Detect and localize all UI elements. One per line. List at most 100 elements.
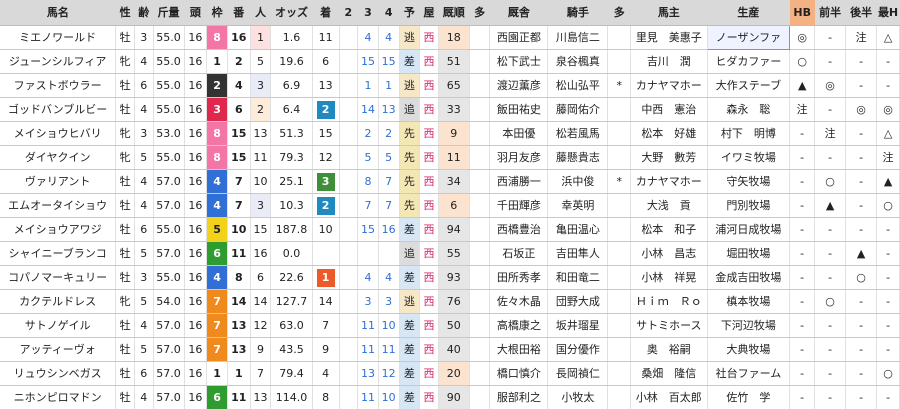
column-header[interactable]: 多 bbox=[607, 0, 631, 26]
popularity-cell: 13 bbox=[250, 385, 272, 409]
column-header[interactable]: 厩順 bbox=[438, 0, 470, 26]
horse-name-cell[interactable]: ミエノワールド bbox=[0, 25, 117, 50]
horse-name-cell[interactable]: ジューンシルフィア bbox=[0, 49, 117, 74]
odds-cell: 22.6 bbox=[270, 265, 313, 290]
breeder-cell: 守矢牧場 bbox=[707, 169, 791, 194]
owner-cell: 小林 昌志 bbox=[630, 241, 708, 266]
table-row[interactable]: ヴァリアント牡 4 57.0 16 4 7 10 25.1 3 8 7 先西 34 西浦勝一 浜中俊 * カナヤ… bbox=[0, 169, 900, 194]
column-header[interactable]: 着 bbox=[312, 0, 340, 26]
multi-cell bbox=[469, 289, 491, 314]
pos-3-cell: 15 bbox=[357, 49, 379, 74]
style-cell: 先 bbox=[399, 145, 421, 170]
column-header[interactable]: 枠 bbox=[206, 0, 228, 26]
horse-name-cell[interactable]: ヴァリアント bbox=[0, 169, 117, 194]
table-row[interactable]: メイショウアワジ牡 6 55.0 16 5 10 15 187.8 10 15 16 差西 94 西橋豊治… bbox=[0, 217, 900, 242]
column-header[interactable]: 2 bbox=[339, 0, 358, 26]
horse-name-cell[interactable]: ニホンピロマドン bbox=[0, 385, 117, 409]
region-cell: 西 bbox=[419, 193, 439, 218]
stable-cell: 石坂正 bbox=[489, 241, 549, 266]
second-half-mark-cell: - bbox=[845, 49, 878, 74]
column-header[interactable]: 最H bbox=[876, 0, 900, 26]
table-row[interactable]: カクテルドレス牝 5 54.0 16 7 14 14 127.7 14 3 3 逃西 76 佐々木晶 団野大… bbox=[0, 289, 900, 314]
table-row[interactable]: アッティーヴォ牡 5 57.0 16 7 13 9 43.5 9 11 11 差西 40 大根田裕 国分優作… bbox=[0, 337, 900, 362]
region-cell: 西 bbox=[419, 241, 439, 266]
table-row[interactable]: シャイニーブランコ牡 5 57.0 16 6 11 16 0.0 追西 55 石坂正 吉田隼人 小林 昌… bbox=[0, 241, 900, 266]
waku-cell: 6 bbox=[206, 385, 228, 409]
race-table: 馬名性齢斤量頭枠番人オッズ着 2 3 4 予屋厩順多厩舎 騎手多馬主 生産 HB 前半 後半 最H … bbox=[0, 0, 900, 409]
column-header[interactable]: 前半 bbox=[814, 0, 846, 26]
column-header[interactable]: 多 bbox=[469, 0, 490, 26]
max-h-mark-cell: ▲ bbox=[876, 169, 900, 194]
sex-cell: 牡 bbox=[115, 97, 135, 122]
weight-cell: 57.0 bbox=[153, 313, 185, 338]
horse-name-cell[interactable]: リュウシンベガス bbox=[0, 361, 117, 386]
horse-name-cell[interactable]: コパノマーキュリー bbox=[0, 265, 117, 290]
max-h-mark-cell: - bbox=[876, 265, 900, 290]
column-header[interactable]: 4 bbox=[378, 0, 400, 26]
column-header[interactable]: 屋 bbox=[419, 0, 439, 26]
column-header[interactable]: 頭 bbox=[184, 0, 207, 26]
field-size-cell: 16 bbox=[184, 361, 208, 386]
column-header[interactable]: 人 bbox=[250, 0, 271, 26]
table-row[interactable]: リュウシンベガス牡 6 57.0 16 1 1 7 79.4 4 13 12 差西 20 橋口慎介 長岡禎仁… bbox=[0, 361, 900, 386]
horse-name-cell[interactable]: ファストボウラー bbox=[0, 73, 117, 98]
sex-cell: 牝 bbox=[115, 289, 135, 314]
stable-rank-cell: 18 bbox=[438, 25, 470, 50]
horse-name-cell[interactable]: アッティーヴォ bbox=[0, 337, 117, 362]
max-h-mark-cell: - bbox=[876, 49, 900, 74]
column-header[interactable]: 齢 bbox=[134, 0, 154, 26]
jockey-cell: 長岡禎仁 bbox=[547, 361, 609, 386]
horse-name-cell[interactable]: メイショウヒバリ bbox=[0, 121, 117, 146]
hb-mark-cell: ▲ bbox=[789, 73, 816, 98]
column-header[interactable]: オッズ bbox=[270, 0, 313, 26]
column-header[interactable]: 生産 bbox=[707, 0, 790, 26]
column-header[interactable]: 予 bbox=[399, 0, 420, 26]
horse-name-cell[interactable]: シャイニーブランコ bbox=[0, 241, 117, 266]
column-header[interactable]: 性 bbox=[115, 0, 135, 26]
weight-cell: 54.0 bbox=[153, 289, 185, 314]
pos-3-cell: 13 bbox=[357, 361, 379, 386]
owner-cell: 里見 美惠子 bbox=[630, 25, 708, 50]
horse-name-cell[interactable]: カクテルドレス bbox=[0, 289, 117, 314]
waku-cell: 7 bbox=[206, 289, 228, 314]
column-header[interactable]: HB bbox=[789, 0, 815, 26]
popularity-cell: 3 bbox=[250, 193, 272, 218]
column-header[interactable]: 馬主 bbox=[630, 0, 708, 26]
column-header[interactable]: 厩舎 bbox=[489, 0, 548, 26]
column-header[interactable]: 馬名 bbox=[0, 0, 116, 26]
stable-cell: 西橋豊治 bbox=[489, 217, 549, 242]
table-row[interactable]: ファストボウラー牡 6 55.0 16 2 4 3 6.9 13 1 1 逃西 65 渡辺薫彦 松山弘平 * カ… bbox=[0, 73, 900, 98]
finish-cell: 9 bbox=[312, 337, 340, 362]
age-cell: 3 bbox=[134, 121, 154, 146]
waku-cell: 4 bbox=[206, 265, 228, 290]
table-row[interactable]: ミエノワールド牡 3 55.0 16 8 16 1 1.6 11 4 4 逃西 18 西園正都 川島信二 里見… bbox=[0, 24, 900, 50]
column-header[interactable]: 3 bbox=[357, 0, 379, 26]
region-cell: 西 bbox=[419, 289, 439, 314]
table-row[interactable]: サトノゲイル牡 4 57.0 16 7 13 12 63.0 7 11 10 差西 50 高橋康之 坂井瑠星… bbox=[0, 313, 900, 338]
horse-name-cell[interactable]: ゴッドバンブルビー bbox=[0, 97, 117, 122]
jockey-cell: 川島信二 bbox=[547, 25, 609, 50]
pos-2-cell bbox=[339, 289, 359, 314]
owner-cell: カナヤマホー bbox=[630, 73, 708, 98]
table-row[interactable]: ゴッドバンブルビー牡 4 55.0 16 3 6 2 6.4 2 14 13 追西 33 飯田祐史 藤岡佑介… bbox=[0, 97, 900, 122]
table-row[interactable]: メイショウヒバリ牝 3 53.0 16 8 15 13 51.3 15 2 2 先西 9 本田優 松若風馬松… bbox=[0, 121, 900, 146]
table-row[interactable]: エムオータイショウ牡 4 57.0 16 4 7 3 10.3 2 7 7 先西 6 千田輝彦 幸英明 大浅 … bbox=[0, 193, 900, 218]
field-size-cell: 16 bbox=[184, 265, 208, 290]
table-row[interactable]: ジューンシルフィア牝 4 55.0 16 1 2 5 19.6 6 15 15 差西 51 松下武士 泉谷楓… bbox=[0, 49, 900, 74]
popularity-cell: 2 bbox=[250, 97, 272, 122]
horse-name-cell[interactable]: ダイヤクイン bbox=[0, 145, 117, 170]
column-header[interactable]: 番 bbox=[227, 0, 251, 26]
second-half-mark-cell: - bbox=[845, 385, 878, 409]
table-row[interactable]: ダイヤクイン牝 5 55.0 16 8 15 11 79.3 12 5 5 先西 11 羽月友彦 藤懸貴志大… bbox=[0, 145, 900, 170]
table-row[interactable]: コパノマーキュリー牡 3 55.0 16 4 8 6 22.6 1 4 4 差西 93 田所秀孝 和田竜二小… bbox=[0, 265, 900, 290]
age-cell: 4 bbox=[134, 313, 154, 338]
style-cell: 差 bbox=[399, 337, 421, 362]
column-header[interactable]: 騎手 bbox=[547, 0, 608, 26]
horse-name-cell[interactable]: エムオータイショウ bbox=[0, 193, 117, 218]
table-row[interactable]: ニホンピロマドン牡 4 57.0 16 6 11 13 114.0 8 11 10 差西 90 服部利之小… bbox=[0, 385, 900, 409]
column-header[interactable]: 斤量 bbox=[153, 0, 185, 26]
horse-name-cell[interactable]: サトノゲイル bbox=[0, 313, 117, 338]
column-header[interactable]: 後半 bbox=[845, 0, 877, 26]
horse-name-cell[interactable]: メイショウアワジ bbox=[0, 217, 117, 242]
odds-cell: 0.0 bbox=[270, 241, 313, 266]
